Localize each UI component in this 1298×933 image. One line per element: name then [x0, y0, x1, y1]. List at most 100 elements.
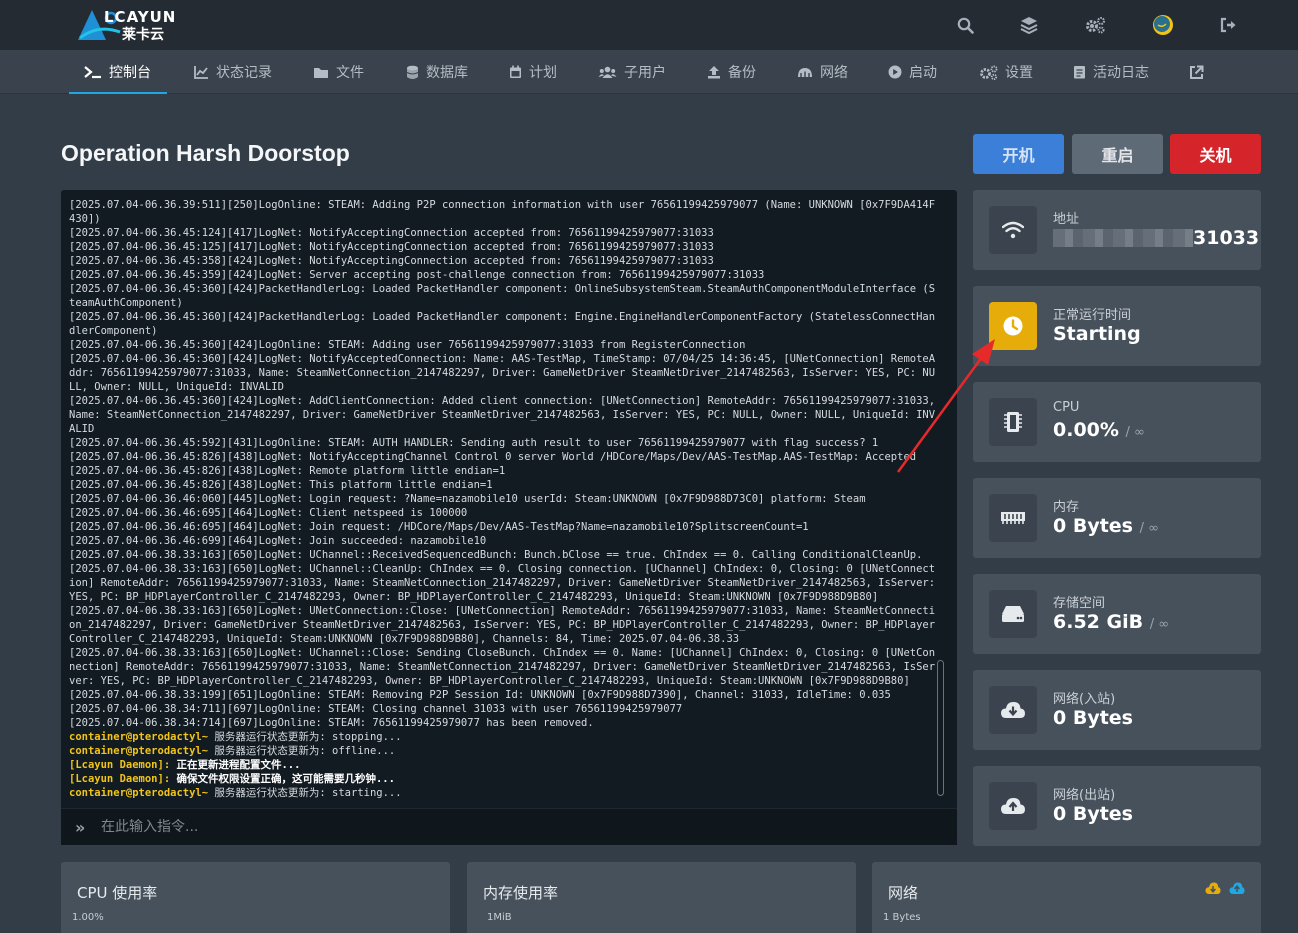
stat-label: 网络(入站): [1053, 692, 1116, 707]
console-command-input[interactable]: [101, 819, 901, 835]
nav-label: 状态记录: [216, 65, 272, 81]
cpu-limit: / ∞: [1125, 425, 1145, 440]
memory-limit: / ∞: [1139, 521, 1159, 536]
nav-label: 活动日志: [1093, 65, 1149, 81]
stat-address: 地址 31033: [973, 190, 1261, 270]
calendar-icon: [510, 65, 521, 78]
cogs-icon[interactable]: [1082, 12, 1108, 38]
chart-tick-label: 1MiB: [487, 912, 512, 923]
stat-network-in: 网络(入站) 0 Bytes: [973, 670, 1261, 750]
console-line: [2025.07.04-06.38.33:163][650]LogNet: UC…: [69, 646, 939, 688]
cloud-download-icon: [989, 686, 1037, 734]
console-line-text: [2025.07.04-06.38.33:199][651]LogOnline:…: [69, 689, 891, 701]
restart-button[interactable]: 重启: [1072, 134, 1163, 174]
nav-external-link[interactable]: [1189, 50, 1204, 94]
console-line: [2025.07.04-06.36.45:360][424]LogOnline:…: [69, 338, 939, 352]
brand-name-cn: 莱卡云: [122, 27, 164, 43]
stat-uptime: 正常运行时间 Starting: [973, 286, 1261, 366]
brand-logo[interactable]: LCAYUN 莱卡云: [76, 4, 216, 44]
console-line-text: [2025.07.04-06.36.39:511][250]LogOnline:…: [69, 199, 936, 225]
console-line-text: [2025.07.04-06.38.34:711][697]LogOnline:…: [69, 703, 683, 715]
nav-startup[interactable]: 启动: [888, 50, 937, 94]
nav-label: 文件: [336, 65, 364, 81]
console-line: [2025.07.04-06.38.33:199][651]LogOnline:…: [69, 688, 939, 702]
clock-icon: [989, 302, 1037, 350]
chart-title: CPU 使用率: [77, 884, 158, 902]
stat-memory: 内存 0 Bytes / ∞: [973, 478, 1261, 558]
layers-icon[interactable]: [1016, 12, 1042, 38]
microchip-icon: [989, 398, 1037, 446]
console-line-text: [2025.07.04-06.36.45:360][424]PacketHand…: [69, 283, 936, 309]
nav-schedules[interactable]: 计划: [509, 50, 557, 94]
console-line-text: 确保文件权限设置正确，这可能需要几秒钟...: [170, 773, 395, 785]
address-port: 31033: [1193, 227, 1260, 249]
console-line-text: [2025.07.04-06.38.34:714][697]LogOnline:…: [69, 717, 594, 729]
stat-value: 0 Bytes: [1053, 803, 1133, 825]
console-line: [2025.07.04-06.36.46:060][445]LogNet: Lo…: [69, 492, 939, 506]
stat-value: 6.52 GiB / ∞: [1053, 611, 1169, 633]
nav-stats[interactable]: 状态记录: [194, 50, 272, 94]
console-line: [2025.07.04-06.36.45:124][417]LogNet: No…: [69, 226, 939, 240]
console-line-text: [2025.07.04-06.36.46:695][464]LogNet: Jo…: [69, 521, 809, 533]
console-line-text: [2025.07.04-06.36.45:124][417]LogNet: No…: [69, 227, 714, 239]
nav-activity[interactable]: 活动日志: [1073, 50, 1149, 94]
console-line: [2025.07.04-06.36.45:826][438]LogNet: Re…: [69, 464, 939, 478]
cloud-upload-icon: [1229, 882, 1245, 894]
console-line-prefix: container@pterodactyl~: [69, 787, 209, 798]
start-button[interactable]: 开机: [973, 134, 1064, 174]
stat-value: 0.00% / ∞: [1053, 419, 1145, 441]
stat-network-out: 网络(出站) 0 Bytes: [973, 766, 1261, 846]
console-line-prefix: [Lcayun Daemon]:: [69, 759, 171, 771]
console-line-text: [2025.07.04-06.38.33:163][650]LogNet: UN…: [69, 605, 936, 645]
sign-out-icon[interactable]: [1216, 12, 1242, 38]
stat-cpu: CPU 0.00% / ∞: [973, 382, 1261, 462]
nav-network[interactable]: 网络: [797, 50, 848, 94]
console-line-text: 服务器运行状态更新为: offline...: [208, 745, 396, 757]
nav-console[interactable]: 控制台: [69, 50, 167, 94]
terminal-icon: [84, 66, 101, 79]
file-icon: [1074, 66, 1085, 79]
nav-label: 计划: [529, 65, 557, 81]
console-line-prefix: container@pterodactyl~: [69, 745, 209, 757]
top-bar: LCAYUN 莱卡云: [0, 0, 1298, 50]
nav-files[interactable]: 文件: [313, 50, 364, 94]
chart-memory-usage: 内存使用率 1MiB: [467, 862, 856, 933]
nav-backups[interactable]: 备份: [707, 50, 756, 94]
console-line: [2025.07.04-06.36.45:360][424]PacketHand…: [69, 282, 939, 310]
stop-button[interactable]: 关机: [1170, 134, 1261, 174]
folder-icon: [314, 67, 328, 78]
console-line: [2025.07.04-06.36.45:592][431]LogOnline:…: [69, 436, 939, 450]
console-line-text: [2025.07.04-06.36.45:359][424]LogNet: Se…: [69, 269, 765, 281]
stat-label: 存储空间: [1053, 596, 1106, 611]
search-icon[interactable]: [952, 12, 978, 38]
chart-tick-label: 1 Bytes: [883, 912, 921, 923]
stat-label: 内存: [1053, 500, 1080, 515]
chart-cpu-usage: CPU 使用率 1.00%: [61, 862, 450, 933]
nav-users[interactable]: 子用户: [598, 50, 666, 94]
console-line: container@pterodactyl~ 服务器运行状态更新为: start…: [69, 786, 939, 798]
console-line-text: [2025.07.04-06.36.45:360][424]LogNet: Ad…: [69, 395, 936, 435]
cloud-download-icon: [1205, 882, 1221, 894]
console-line-text: [2025.07.04-06.38.33:163][650]LogNet: UC…: [69, 563, 936, 603]
console-line: [2025.07.04-06.36.45:360][424]LogNet: No…: [69, 352, 939, 394]
nav-label: 启动: [909, 65, 937, 81]
console-line-prefix: [Lcayun Daemon]:: [69, 773, 171, 785]
play-icon: [888, 65, 902, 79]
console-line-text: 服务器运行状态更新为: stopping...: [208, 731, 402, 743]
nav-settings[interactable]: 设置: [979, 50, 1033, 94]
chart-tick-label: 1.00%: [72, 912, 104, 923]
nav-label: 子用户: [624, 65, 666, 81]
external-link-icon: [1190, 65, 1204, 79]
nav-databases[interactable]: 数据库: [406, 50, 468, 94]
disk-limit: / ∞: [1149, 617, 1170, 632]
console-line: container@pterodactyl~ 服务器运行状态更新为: stopp…: [69, 730, 939, 744]
cloud-upload-icon: [989, 782, 1037, 830]
console-line-text: [2025.07.04-06.36.45:826][438]LogNet: Th…: [69, 479, 493, 491]
console-line-text: [2025.07.04-06.36.46:060][445]LogNet: Lo…: [69, 493, 866, 505]
console-scrollbar[interactable]: [937, 660, 944, 796]
network-icon: [798, 68, 812, 77]
server-nav: 控制台 状态记录 文件 数据库 计划 子用户 备份 网络 启动 设置 活动日志: [0, 50, 1298, 94]
avatar[interactable]: [1150, 12, 1176, 38]
stat-disk: 存储空间 6.52 GiB / ∞: [973, 574, 1261, 654]
console-line-text: [2025.07.04-06.36.45:125][417]LogNet: No…: [69, 241, 714, 253]
